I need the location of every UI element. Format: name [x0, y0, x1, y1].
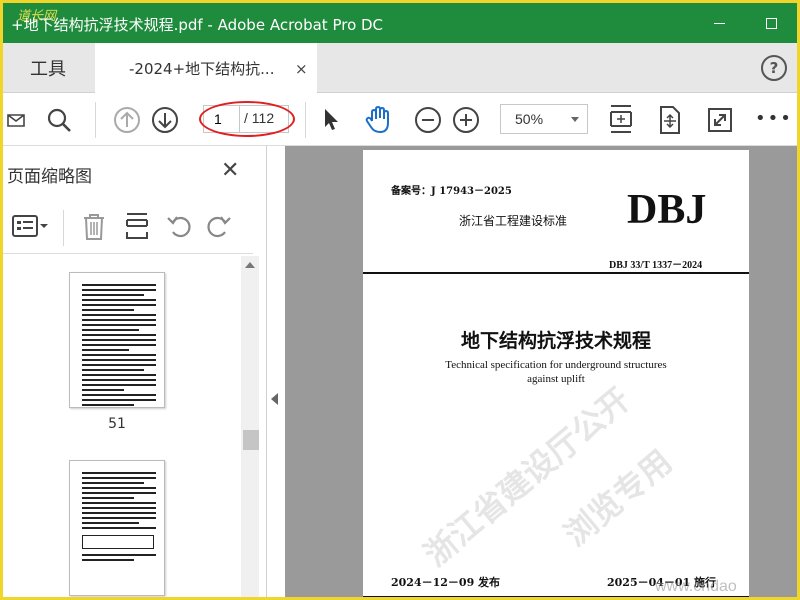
rotate-right-button[interactable] [205, 212, 233, 244]
tab-tools[interactable]: 工具 [3, 43, 93, 93]
minus-circle-icon [415, 107, 441, 133]
maximize-button[interactable] [755, 9, 787, 37]
more-tools-icon[interactable]: ••• [755, 108, 793, 129]
thumbnail-panel: 页面缩略图 ✕ 51 [3, 146, 267, 597]
trash-icon [84, 214, 104, 240]
mail-button[interactable] [5, 104, 27, 136]
highlight-ellipse [199, 101, 295, 137]
insert-page-button[interactable] [123, 212, 151, 246]
arrow-down-circle-icon [152, 107, 178, 133]
fit-page-button[interactable] [607, 104, 635, 136]
title-bar: 道长网 +地下结构抗浮技术规程.pdf - Adobe Acrobat Pro … [3, 3, 797, 43]
page-thumbnail[interactable] [69, 460, 165, 596]
hand-icon [365, 105, 389, 134]
window-title: +地下结构抗浮技术规程.pdf - Adobe Acrobat Pro DC [11, 16, 384, 34]
panel-title: 页面缩略图 [7, 167, 92, 187]
dbj-mark: DBJ [627, 187, 707, 233]
thumbnail-list: 51 [3, 256, 243, 597]
hand-tool-button[interactable] [361, 104, 395, 136]
mail-icon [7, 114, 25, 127]
minimize-button[interactable] [703, 9, 735, 37]
standard-label: 浙江省工程建设标准 [459, 214, 568, 228]
plus-circle-icon [453, 107, 479, 133]
page-thumbnail[interactable] [69, 272, 165, 408]
standard-code: DBJ 33/T 1337－2024 [609, 260, 703, 271]
document-view[interactable]: 备案号：J 17943－2025 浙江省工程建设标准 DBJ DBJ 33/T … [285, 146, 797, 597]
main-toolbar: / 112 50% ••• [3, 94, 797, 146]
app-window: 道长网 +地下结构抗浮技术规程.pdf - Adobe Acrobat Pro … [0, 0, 800, 600]
search-icon [47, 108, 71, 132]
full-screen-button[interactable] [705, 104, 735, 136]
search-button[interactable] [43, 104, 75, 136]
rotate-ccw-icon [167, 216, 191, 238]
site-watermark: www.cndao [655, 578, 737, 595]
divider [363, 272, 749, 274]
arrow-up-circle-icon [114, 107, 140, 133]
panel-close-icon[interactable]: ✕ [221, 158, 239, 183]
panel-separator [63, 210, 64, 246]
thumbnail-table [82, 535, 154, 549]
minimize-icon [713, 22, 725, 24]
pdf-page: 备案号：J 17943－2025 浙江省工程建设标准 DBJ DBJ 33/T … [363, 150, 749, 597]
page-rotate-icon [660, 106, 680, 134]
divider [363, 596, 749, 597]
help-icon[interactable]: ? [761, 55, 787, 81]
thumbnail-options-button[interactable] [11, 212, 49, 244]
prev-page-button[interactable] [111, 104, 143, 136]
collapse-panel-icon[interactable] [271, 393, 278, 405]
expand-icon [708, 108, 732, 132]
rotate-left-button[interactable] [165, 212, 193, 244]
thumbnail-page-number: 51 [108, 416, 126, 432]
toolbar-separator [305, 102, 306, 138]
rotate-view-button[interactable] [655, 104, 685, 136]
select-tool-button[interactable] [317, 104, 345, 136]
document-title-en: Technical specification for underground … [403, 358, 709, 386]
zoom-in-button[interactable] [451, 104, 481, 136]
rotate-cw-icon [207, 216, 231, 238]
maximize-icon [765, 17, 777, 29]
next-page-button[interactable] [149, 104, 181, 136]
issue-date: 2024－12－09 发布 [391, 576, 501, 589]
title-en-line1: Technical specification for underground … [445, 359, 667, 371]
zoom-out-button[interactable] [413, 104, 443, 136]
title-en-line2: against uplift [527, 373, 585, 385]
zoom-value: 50% [515, 111, 544, 127]
tab-document-label: -2024+地下结构抗... [129, 60, 275, 78]
document-title-cn: 地下结构抗浮技术规程 [460, 330, 651, 352]
fit-page-icon [610, 105, 632, 133]
options-list-icon [12, 215, 48, 237]
tab-document[interactable]: -2024+地下结构抗... [95, 43, 317, 94]
zoom-select[interactable]: 50% [500, 104, 588, 134]
toolbar-separator [95, 102, 96, 138]
delete-page-button[interactable] [81, 212, 107, 246]
scroll-up-icon[interactable] [245, 262, 255, 268]
thumbnail-scrollbar[interactable] [241, 256, 259, 597]
cursor-arrow-icon [325, 109, 338, 130]
insert-pages-icon [126, 213, 148, 239]
scroll-thumb[interactable] [243, 430, 259, 450]
tab-bar: 工具 -2024+地下结构抗... × ? [3, 43, 797, 94]
panel-toolbar [3, 204, 253, 254]
tab-close-icon[interactable]: × [295, 60, 308, 78]
chevron-down-icon [571, 117, 579, 122]
record-number: 备案号：J 17943－2025 [391, 186, 512, 197]
